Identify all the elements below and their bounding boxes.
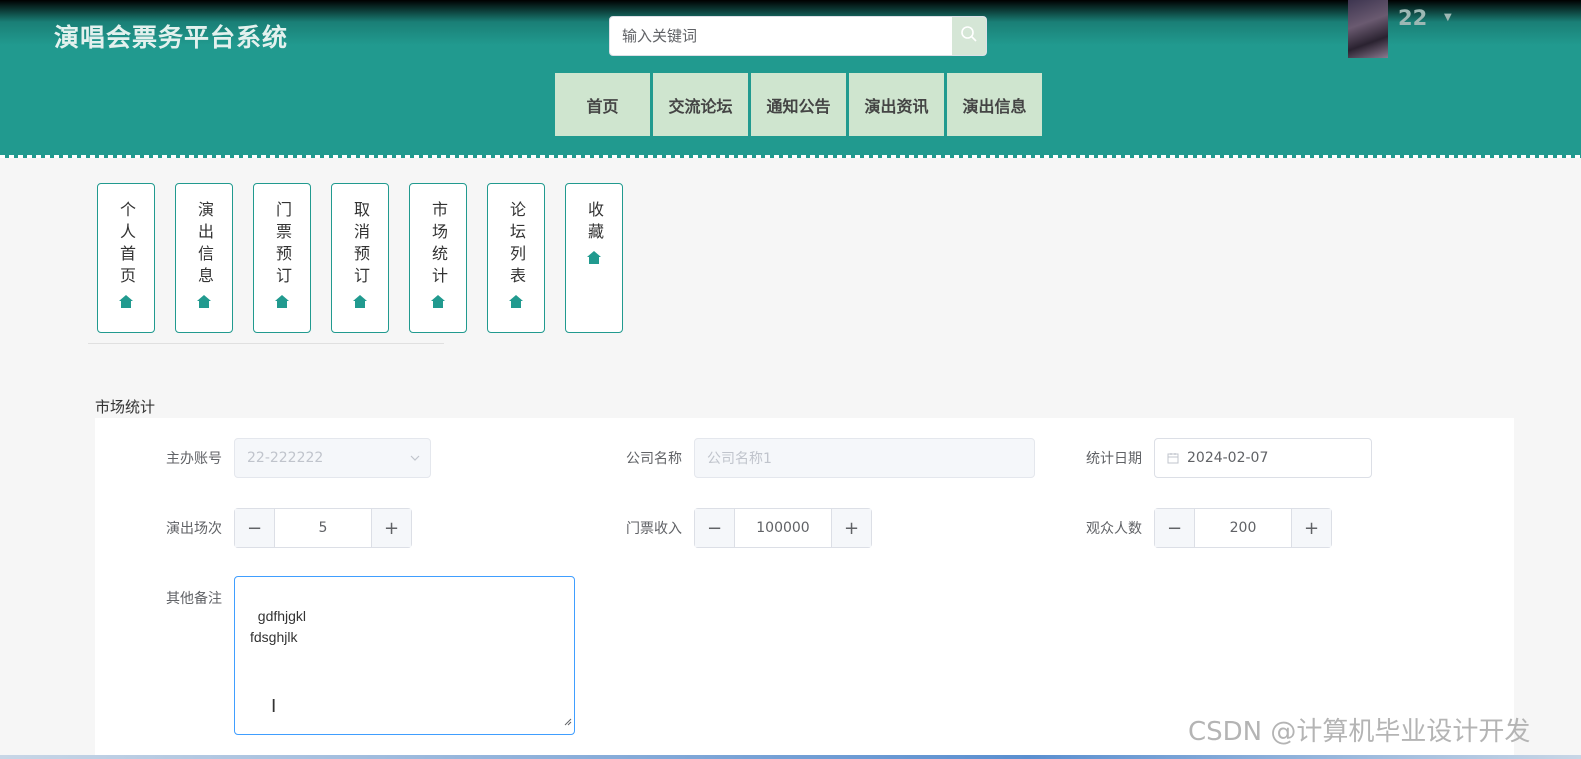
caret-down-icon[interactable]: ▼ <box>1444 12 1452 23</box>
decrement-button[interactable]: − <box>695 509 735 547</box>
decrement-button[interactable]: − <box>1155 509 1195 547</box>
company-name-field[interactable]: 公司名称1 <box>694 438 1035 478</box>
remarks-textarea[interactable]: gdfhjgkl fdsghjlk <box>234 576 575 735</box>
top-nav: 首页 交流论坛 通知公告 演出资讯 演出信息 <box>555 73 1042 136</box>
taskbar-strip <box>0 755 1581 759</box>
menu-item-forum-list[interactable]: 论坛列表 <box>487 183 545 333</box>
organizer-account-select[interactable]: 22-222222 <box>234 438 431 478</box>
home-icon <box>587 249 601 268</box>
menu-divider <box>88 343 444 344</box>
menu-item-profile[interactable]: 个人首页 <box>97 183 155 333</box>
audience-count-label: 观众人数 <box>1086 521 1142 537</box>
menu-item-label: 演出信息 <box>195 201 214 289</box>
menu-item-label: 收藏 <box>585 201 604 245</box>
nav-item-forum[interactable]: 交流论坛 <box>653 73 748 136</box>
menu-item-cancel[interactable]: 取消预订 <box>331 183 389 333</box>
home-icon <box>119 293 133 312</box>
nav-item-home[interactable]: 首页 <box>555 73 650 136</box>
show-count-stepper: − 5 + <box>234 508 412 548</box>
user-name[interactable]: 22 <box>1398 6 1427 30</box>
ticket-revenue-label: 门票收入 <box>626 521 682 537</box>
search-button[interactable] <box>952 17 986 55</box>
menu-item-shows[interactable]: 演出信息 <box>175 183 233 333</box>
home-icon <box>431 293 445 312</box>
home-icon <box>197 293 211 312</box>
home-icon <box>275 293 289 312</box>
menu-item-label: 市场统计 <box>429 201 448 289</box>
search-input[interactable] <box>610 17 952 55</box>
show-count-label: 演出场次 <box>166 521 222 537</box>
company-name-label: 公司名称 <box>626 451 682 467</box>
decrement-button[interactable]: − <box>235 509 275 547</box>
resize-handle-icon[interactable] <box>564 711 572 732</box>
stat-date-value: 2024-02-07 <box>1187 450 1269 466</box>
show-count-value[interactable]: 5 <box>275 509 371 547</box>
nav-item-shows[interactable]: 演出信息 <box>947 73 1042 136</box>
menu-item-favorites[interactable]: 收藏 <box>565 183 623 333</box>
section-title: 市场统计 <box>95 398 156 416</box>
search-box <box>609 16 987 56</box>
increment-button[interactable]: + <box>1291 509 1331 547</box>
nav-item-news[interactable]: 演出资讯 <box>849 73 944 136</box>
menu-item-market-stats[interactable]: 市场统计 <box>409 183 467 333</box>
menu-item-label: 门票预订 <box>273 201 292 289</box>
increment-button[interactable]: + <box>831 509 871 547</box>
company-name-placeholder: 公司名称1 <box>707 451 772 467</box>
watermark: CSDN @计算机毕业设计开发 <box>1188 717 1531 747</box>
stat-date-picker[interactable]: 2024-02-07 <box>1154 438 1372 478</box>
ticket-revenue-value[interactable]: 100000 <box>735 509 831 547</box>
site-title: 演唱会票务平台系统 <box>54 23 289 52</box>
user-avatar[interactable] <box>1348 0 1388 58</box>
menu-item-label: 论坛列表 <box>507 201 526 289</box>
organizer-account-label: 主办账号 <box>166 451 222 467</box>
increment-button[interactable]: + <box>371 509 411 547</box>
organizer-account-value: 22-222222 <box>247 450 324 466</box>
text-cursor-icon: I <box>271 696 277 717</box>
remarks-label: 其他备注 <box>166 591 222 607</box>
ticket-revenue-stepper: − 100000 + <box>694 508 872 548</box>
nav-item-notice[interactable]: 通知公告 <box>751 73 846 136</box>
audience-count-value[interactable]: 200 <box>1195 509 1291 547</box>
calendar-icon <box>1155 452 1179 464</box>
side-menu: 个人首页 演出信息 门票预订 取消预订 市场统计 论坛列表 收藏 <box>97 183 623 333</box>
home-icon <box>353 293 367 312</box>
chevron-down-icon <box>400 455 430 461</box>
stat-date-label: 统计日期 <box>1086 451 1142 467</box>
menu-item-booking[interactable]: 门票预订 <box>253 183 311 333</box>
home-icon <box>509 293 523 312</box>
header: 演唱会票务平台系统 22 ▼ 首页 交流论坛 通知公告 演出资讯 演出信息 <box>0 0 1581 158</box>
remarks-value: gdfhjgkl fdsghjlk <box>250 608 307 645</box>
search-icon <box>960 25 978 47</box>
menu-item-label: 个人首页 <box>117 201 136 289</box>
menu-item-label: 取消预订 <box>351 201 370 289</box>
audience-count-stepper: − 200 + <box>1154 508 1332 548</box>
